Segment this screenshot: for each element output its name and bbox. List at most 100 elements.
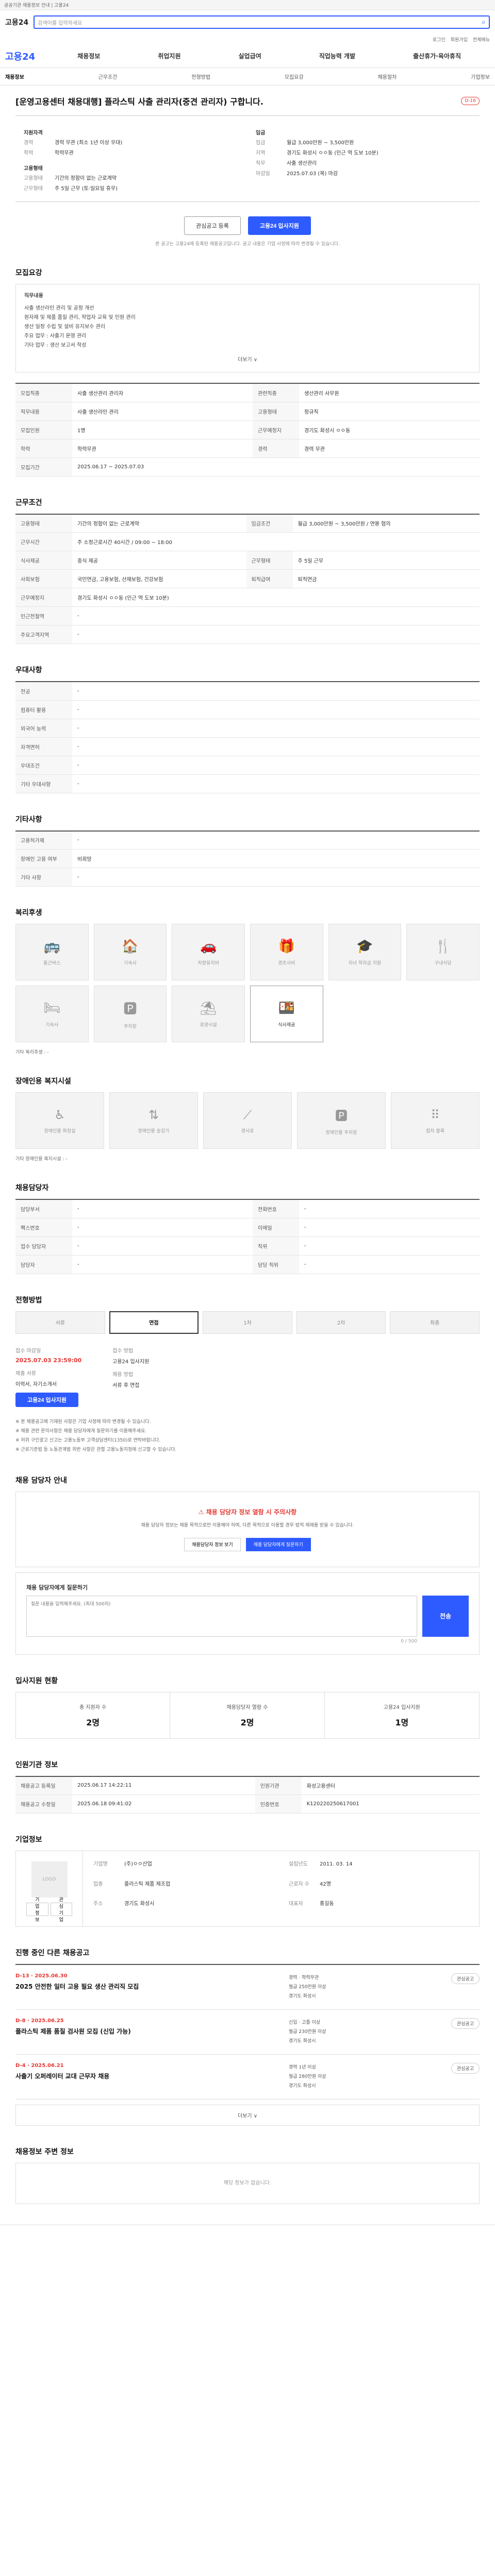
applicant-stats: 총 지원자 수 2명 채용담당자 열람 수 2명 고용24 입사지원 1명 xyxy=(15,1691,480,1739)
table-row: 채용공고 수정일 2025.06.18 09:41:02 인증번호 K12022025… xyxy=(15,1794,480,1814)
table-row: 팩스번호 - 이메일 - xyxy=(15,1218,480,1237)
condition-table: 고용형태 기간의 정함이 없는 근로계약 임금조건 월급 3,000만원 ~ 3,50… xyxy=(15,513,480,644)
bullet-item: ※ 근로기준법 등 노동관계법 위반 사항은 관할 고용노동지청에 신고할 수 … xyxy=(15,1447,177,1452)
apply-info: 접수 마감일 2025.07.03 23:59:00 제출 서류 이력서, 자기… xyxy=(15,1346,480,1407)
all-menu-link[interactable]: 전체메뉴 xyxy=(473,36,490,43)
job-main: D-4 · 2025.06.21 사출기 오퍼레이터 교대 근무자 채용 xyxy=(15,2063,289,2091)
table-label: 우대조건 xyxy=(15,756,72,775)
table-value: - xyxy=(72,737,480,756)
qa-char-count: 0 / 500 xyxy=(401,1638,417,1644)
favorite-job-button[interactable]: 관심공고 xyxy=(451,2063,480,2074)
ask-contact-button[interactable]: 채용 담당자에게 질문하기 xyxy=(245,1537,311,1551)
table-label: 임금조건 xyxy=(246,514,293,533)
login-link[interactable]: 로그인 xyxy=(433,36,446,43)
job-title[interactable]: 사출기 오퍼레이터 교대 근무자 채용 xyxy=(15,2072,278,2081)
table-row: 접수 담당자 - 직위 - xyxy=(15,1236,480,1256)
signup-link[interactable]: 회원가입 xyxy=(451,36,468,43)
job-dday: D-13 · 2025.06.30 xyxy=(15,1973,68,1979)
table-value: 중식 제공 xyxy=(72,551,246,570)
gnb-item-leave[interactable]: 출산휴가·육아휴직 xyxy=(413,52,461,60)
alert-icon: ⚠ xyxy=(198,1508,206,1516)
desc-line: 사출 생산라인 관리 및 공정 개선 xyxy=(24,306,94,311)
section-title-other-jobs: 진행 중인 다른 채용공고 xyxy=(15,1949,90,1957)
topbar-text: 공공기관 채용정보 안내 | 고용24 xyxy=(4,3,69,8)
favorite-company-button[interactable]: 관심기업 xyxy=(50,1897,72,1922)
table-label: 사회보험 xyxy=(15,569,72,588)
table-label: 인증번호 xyxy=(255,1794,302,1814)
more-jobs-button[interactable]: 더보기 ∨ xyxy=(15,2105,480,2126)
job-career: 경력 · 학력무관 xyxy=(289,1975,319,1980)
table-row: 기타 사항 - xyxy=(15,868,480,887)
table-label: 근무예정지 xyxy=(253,420,299,439)
job-description-card: 직무내용 사출 생산라인 관리 및 공정 개선 원자재 및 제품 품질 관리, … xyxy=(15,284,480,372)
search-input[interactable]: 검색어를 입력하세요 ⌕ xyxy=(34,15,490,29)
facility-icon: 🎁 xyxy=(278,938,295,954)
qa-send-button[interactable]: 전송 xyxy=(422,1595,469,1637)
table-row: 주요고객지역 - xyxy=(15,625,480,644)
table-row: 직무내용 사출 생산라인 관리 고용형태 정규직 xyxy=(15,402,480,421)
table-label: 고용형태 xyxy=(253,402,299,421)
apply-button-2[interactable]: 고용24 입사지원 xyxy=(15,1392,79,1407)
job-pay: 월급 280만원 이상 xyxy=(289,2074,326,2079)
gnb-item-jobs[interactable]: 채용정보 xyxy=(77,52,100,60)
table-value: - xyxy=(299,1255,480,1274)
facility-note: 기타 복리후생 : - xyxy=(15,1050,49,1055)
gnb-logo[interactable]: 고용24 xyxy=(5,49,35,63)
disability-label: 장애인용 화장실 xyxy=(44,1128,76,1134)
header: 고용24 검색어를 입력하세요 ⌕ xyxy=(0,10,495,34)
section-title-etc: 기타사항 xyxy=(15,815,42,824)
favorite-job-button[interactable]: 관심공고 xyxy=(451,1973,480,1984)
search-icon[interactable]: ⌕ xyxy=(482,18,486,26)
tab-company[interactable]: 기업정보 xyxy=(471,73,490,80)
job-row[interactable]: D-13 · 2025.06.30 2025 안전한 일터 고용 필요 생산 관리… xyxy=(15,1965,480,2010)
tab-steps[interactable]: 전형방법 xyxy=(191,73,210,80)
stat-label: 고용24 입사지원 xyxy=(383,1704,420,1710)
tab-condition[interactable]: 근무조건 xyxy=(98,73,118,80)
table-value: 학력무관 xyxy=(72,439,253,458)
job-title[interactable]: 2025 안전한 일터 고용 필요 생산 관리직 모집 xyxy=(15,1982,278,1991)
table-value: - xyxy=(72,1218,253,1237)
summary-value: 학력무관 xyxy=(55,150,74,156)
table-label: 담당자 xyxy=(15,1255,72,1274)
table-label: 퇴직급여 xyxy=(246,569,293,588)
site-logo[interactable]: 고용24 xyxy=(5,17,28,27)
job-career: 신입 · 고졸 이상 xyxy=(289,2020,321,2025)
table-value: - xyxy=(72,1255,253,1274)
job-row[interactable]: D-4 · 2025.06.21 사출기 오퍼레이터 교대 근무자 채용 경력 1년… xyxy=(15,2055,480,2099)
summary-label: 임금 xyxy=(256,140,266,146)
disability-item: ⇅ 장애인용 승강기 xyxy=(109,1092,198,1149)
table-row: 고용형태 기간의 정함이 없는 근로계약 임금조건 월급 3,000만원 ~ 3,50… xyxy=(15,514,480,533)
tab-recruit[interactable]: 채용정보 xyxy=(5,73,24,80)
table-value: 1명 xyxy=(72,420,253,439)
job-title[interactable]: 플라스틱 제품 품질 검사원 모집 (신입 가능) xyxy=(15,2027,278,2036)
qa-input[interactable] xyxy=(26,1595,417,1637)
table-value: - xyxy=(72,719,480,738)
tab-process[interactable]: 채용절차 xyxy=(378,73,397,80)
tab-requirements[interactable]: 모집요강 xyxy=(285,73,304,80)
apply-button[interactable]: 고용24 입사지원 xyxy=(248,216,311,235)
gnb-item-support[interactable]: 취업지원 xyxy=(158,52,180,60)
gnb-item-training[interactable]: 직업능력 개발 xyxy=(319,52,355,60)
scrap-button[interactable]: 관심공고 등록 xyxy=(184,216,241,235)
job-row[interactable]: D-8 · 2025.06.25 플라스틱 제품 품질 검사원 모집 (신입 가능… xyxy=(15,2010,480,2055)
card-heading: 직무내용 xyxy=(24,293,43,299)
favorite-job-button[interactable]: 관심공고 xyxy=(451,2018,480,2029)
summary-label: 고용형태 xyxy=(24,176,43,181)
table-row: 외국어 능력 - xyxy=(15,719,480,738)
company-logo: LOGO xyxy=(31,1861,68,1897)
view-contact-button[interactable]: 채용담당자 정보 보기 xyxy=(184,1537,241,1551)
job-meta: 경력 · 학력무관 월급 250만원 이상 경기도 화성시 xyxy=(289,1973,423,2001)
preference-table: 전공 - 컴퓨터 활용 - 외국어 능력 - 자격면허 - 우대조건 - 기타 우대사항 - xyxy=(15,681,480,793)
apply-label: 제출 서류 xyxy=(15,1370,36,1377)
summary-value: 사출 생산관리 xyxy=(287,161,317,166)
expand-button[interactable]: 더보기 ∨ xyxy=(24,355,471,365)
company-info-button[interactable]: 기업정보 xyxy=(26,1897,48,1922)
table-label: 컴퓨터 활용 xyxy=(15,700,72,719)
job-actions: 관심공고 xyxy=(423,2063,480,2091)
table-label: 기타 사항 xyxy=(15,868,72,887)
table-value: - xyxy=(72,831,480,850)
gnb-item-benefit[interactable]: 실업급여 xyxy=(239,52,261,60)
job-location: 경기도 화성시 xyxy=(289,2039,316,2044)
table-label: 관련직종 xyxy=(253,383,299,402)
table-value: 경기도 화성시 ㅇㅇ동 xyxy=(299,420,480,439)
